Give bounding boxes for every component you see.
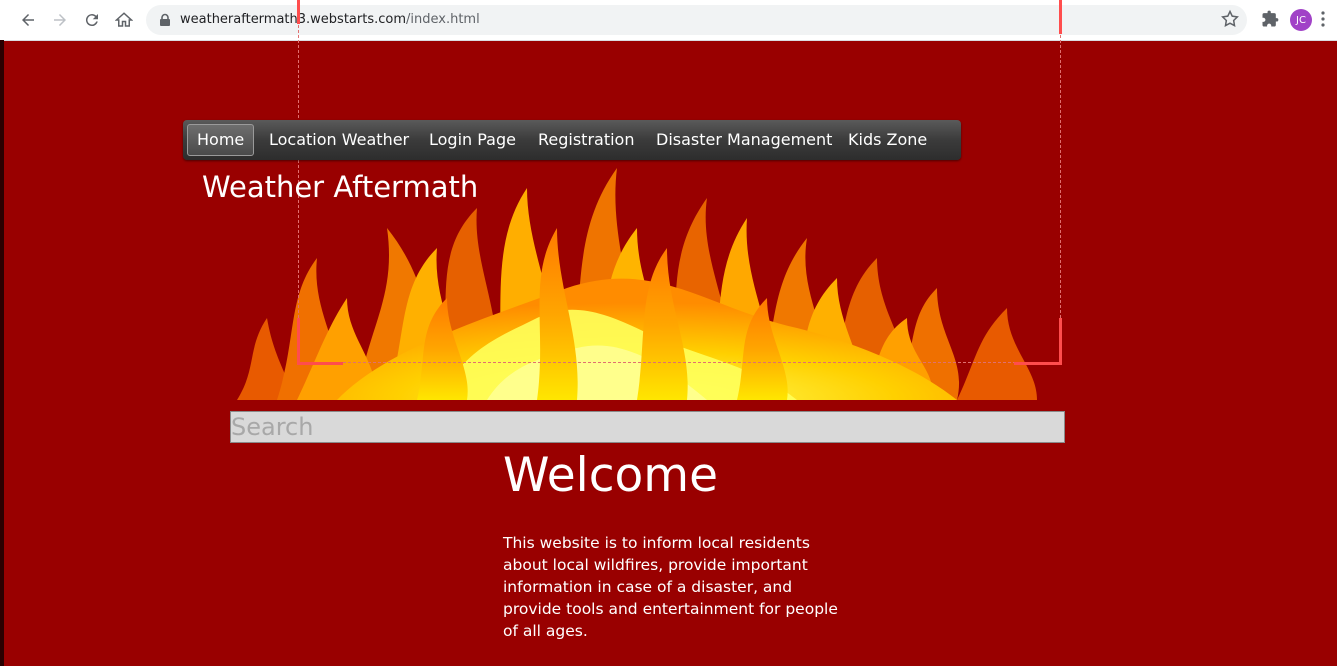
nav-registration[interactable]: Registration — [538, 120, 634, 160]
extensions-icon[interactable] — [1260, 9, 1280, 29]
selection-corner — [1014, 362, 1061, 365]
menu-icon[interactable] — [1320, 10, 1326, 28]
main-nav: Home Location Weather Login Page Registr… — [183, 120, 961, 160]
star-icon[interactable] — [1220, 9, 1240, 29]
window-edge — [0, 40, 4, 666]
nav-kids-zone[interactable]: Kids Zone — [848, 120, 927, 160]
selection-corner — [297, 362, 343, 365]
site-title: Weather Aftermath — [202, 170, 479, 204]
nav-home[interactable]: Home — [187, 124, 255, 156]
selection-corner — [1059, 0, 1062, 34]
reload-icon[interactable] — [80, 8, 104, 32]
intro-text: This website is to inform local resident… — [503, 534, 838, 640]
selection-corner — [297, 0, 300, 24]
page-heading: Welcome — [503, 448, 718, 503]
search-input[interactable] — [230, 411, 1065, 443]
back-icon[interactable] — [16, 8, 40, 32]
profile-avatar[interactable]: JC — [1290, 9, 1312, 31]
forward-icon[interactable] — [48, 8, 72, 32]
selection-corner — [297, 318, 300, 365]
selection-corner — [1059, 318, 1062, 365]
lock-icon[interactable] — [158, 13, 172, 27]
home-icon[interactable] — [112, 8, 136, 32]
nav-login-page[interactable]: Login Page — [429, 120, 516, 160]
nav-location-weather[interactable]: Location Weather — [269, 120, 409, 160]
nav-disaster-management[interactable]: Disaster Management — [656, 120, 832, 160]
